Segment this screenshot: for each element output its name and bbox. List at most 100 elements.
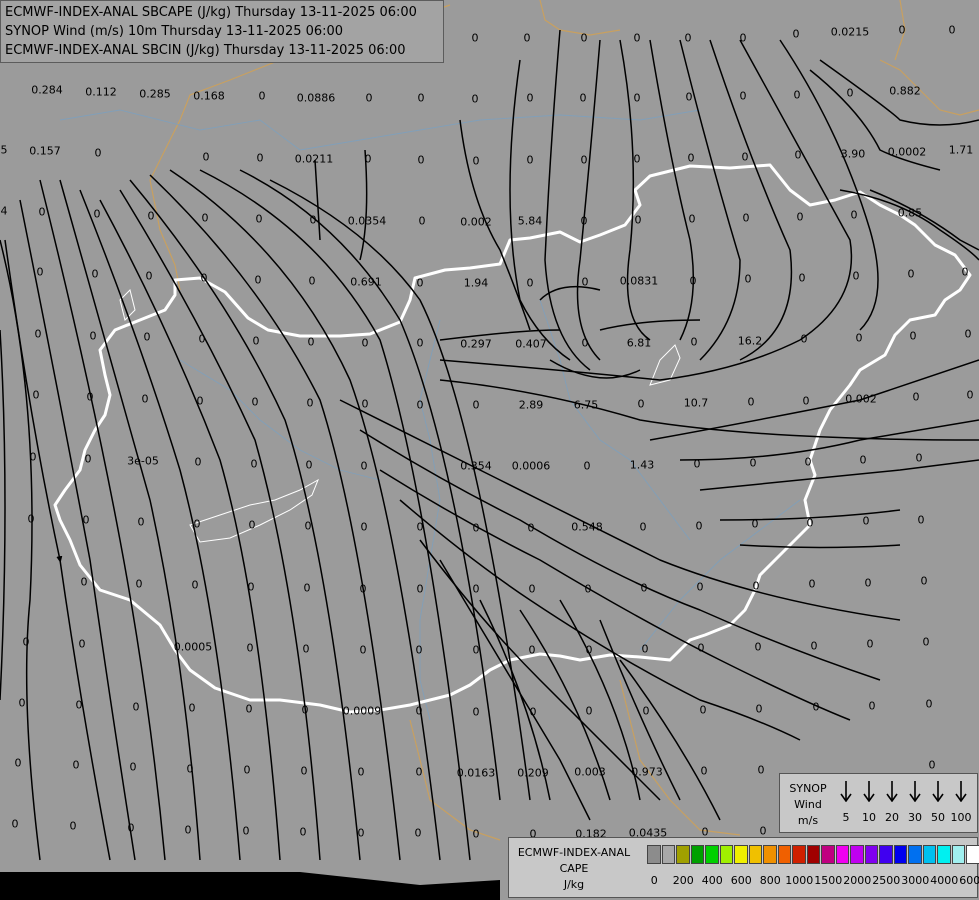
title-cin: ECMWF-INDEX-ANAL SBCIN (J/kg) Thursday 1… [5, 43, 406, 58]
cape-value-label: 0 [966, 388, 974, 402]
cape-value-label: 0.0006 [511, 459, 551, 473]
cape-value-label: 0 [141, 392, 149, 406]
cape-value-label: 0 [27, 512, 35, 526]
cape-value-label: 0 [250, 457, 258, 471]
cape-value-label: 0.0886 [296, 91, 336, 105]
cape-value-label: 0 [528, 643, 536, 657]
cape-value-label: 0 [201, 211, 209, 225]
cape-value-label: 0 [300, 764, 308, 778]
cape-value-label: 0 [301, 703, 309, 717]
cape-value-label: 0 [200, 271, 208, 285]
cape-value-label: 4 [0, 204, 8, 218]
wind-arrow-icon [909, 780, 921, 803]
cape-value-label: 0 [246, 641, 254, 655]
cape-value-label: 0 [804, 455, 812, 469]
cape-value-label: 0 [418, 214, 426, 228]
cape-value-label: 0.354 [460, 459, 492, 473]
cape-value-label: 0 [684, 31, 692, 45]
cape-value-label: 0 [633, 31, 641, 45]
cape-value-label: 0 [255, 212, 263, 226]
cape-value-label: 0 [22, 635, 30, 649]
cape-value-label: 0 [641, 642, 649, 656]
cape-value-label: 0 [633, 91, 641, 105]
cape-value-label: 0 [808, 577, 816, 591]
cape-value-label: 0.284 [31, 83, 63, 97]
cape-value-label: 0 [634, 213, 642, 227]
cape-value-label: 0 [687, 151, 695, 165]
cape-value-label: 0.0354 [347, 214, 387, 228]
cape-value-label: 0 [245, 702, 253, 716]
cape-value-label: 0 [472, 582, 480, 596]
cape-value-label: 0 [744, 272, 752, 286]
cape-value-label: 0 [741, 150, 749, 164]
cape-color-swatch [705, 845, 719, 864]
cape-value-label: 0 [254, 273, 262, 287]
cape-color-swatch [748, 845, 762, 864]
cape-values-layer: 0 0 0 0 0 0 0 0.0215 0 0 0.284 0.112 0.285 0.168 0 0.08… [0, 0, 979, 900]
wind-arrow-icon [932, 780, 944, 803]
title-wind: SYNOP Wind (m/s) 10m Thursday 13-11-2025… [5, 24, 344, 39]
cape-value-label: 0 [961, 265, 969, 279]
cape-value-label: 0.0163 [456, 766, 496, 780]
cape-value-label: 0 [360, 520, 368, 534]
cape-color-swatch [777, 845, 791, 864]
cape-value-label: 0 [812, 700, 820, 714]
cape-value-label: 0 [303, 581, 311, 595]
cape-color-swatch [821, 845, 835, 864]
cape-value-label: 0 [364, 152, 372, 166]
wind-speed-label: 5 [842, 811, 850, 824]
cape-value-label: 6.75 [573, 398, 599, 412]
cape-value-label: 0 [309, 213, 317, 227]
cape-value-label: 0 [526, 91, 534, 105]
cape-value-label: 0 [147, 209, 155, 223]
cape-value-label: 0 [86, 390, 94, 404]
cape-value-label: 0 [361, 336, 369, 350]
wind-arrow-icon [863, 780, 875, 803]
cape-value-label: 0 [917, 513, 925, 527]
cape-value-label: 10.7 [683, 396, 709, 410]
cape-color-swatch [719, 845, 733, 864]
wind-legend-title-1: SYNOP [789, 782, 827, 795]
cape-value-label: 0 [417, 153, 425, 167]
cape-value-label: 0 [810, 639, 818, 653]
cape-value-label: 0.0009 [342, 704, 382, 718]
cape-value-label: 0 [852, 269, 860, 283]
cape-value-label: 0.0002 [887, 145, 927, 159]
cape-value-label: 0 [472, 521, 480, 535]
cape-value-label: 0 [759, 824, 767, 838]
cape-value-label: 0.691 [350, 275, 382, 289]
cape-value-label: 0 [472, 154, 480, 168]
cape-color-swatch [647, 845, 661, 864]
cape-value-label: 0 [145, 269, 153, 283]
cape-value-label: 0 [80, 575, 88, 589]
cape-value-label: 0 [697, 641, 705, 655]
cape-value-label: 0 [184, 823, 192, 837]
cape-value-label: 0 [416, 582, 424, 596]
cape-value-label: 0 [308, 274, 316, 288]
cape-value-label: 0 [920, 574, 928, 588]
cape-value-label: 0 [93, 207, 101, 221]
cape-color-swatch [763, 845, 777, 864]
cape-value-label: 0 [912, 390, 920, 404]
cape-value-label: 0 [359, 582, 367, 596]
cape-value-label: 0 [755, 702, 763, 716]
cape-value-label: 0 [256, 151, 264, 165]
cape-value-label: 0.85 [897, 206, 923, 220]
cape-value-label: 0 [523, 31, 531, 45]
cape-value-label: 0 [69, 819, 77, 833]
cape-value-label: 0 [36, 265, 44, 279]
cape-value-label: 0.112 [85, 85, 117, 99]
cape-value-label: 0 [29, 450, 37, 464]
cape-color-swatch [792, 845, 806, 864]
cape-value-label: 0 [579, 91, 587, 105]
cape-value-label: 0 [700, 764, 708, 778]
cape-value-label: 0 [925, 697, 933, 711]
cape-value-label: 0 [34, 327, 42, 341]
cape-value-label: 0 [528, 582, 536, 596]
cape-value-label: 0 [307, 335, 315, 349]
cape-value-label: 0.882 [889, 84, 921, 98]
cape-value-label: 0 [585, 643, 593, 657]
cape-value-label: 1.94 [463, 276, 489, 290]
cape-value-label: 0 [415, 704, 423, 718]
cape-value-label: 0 [751, 517, 759, 531]
